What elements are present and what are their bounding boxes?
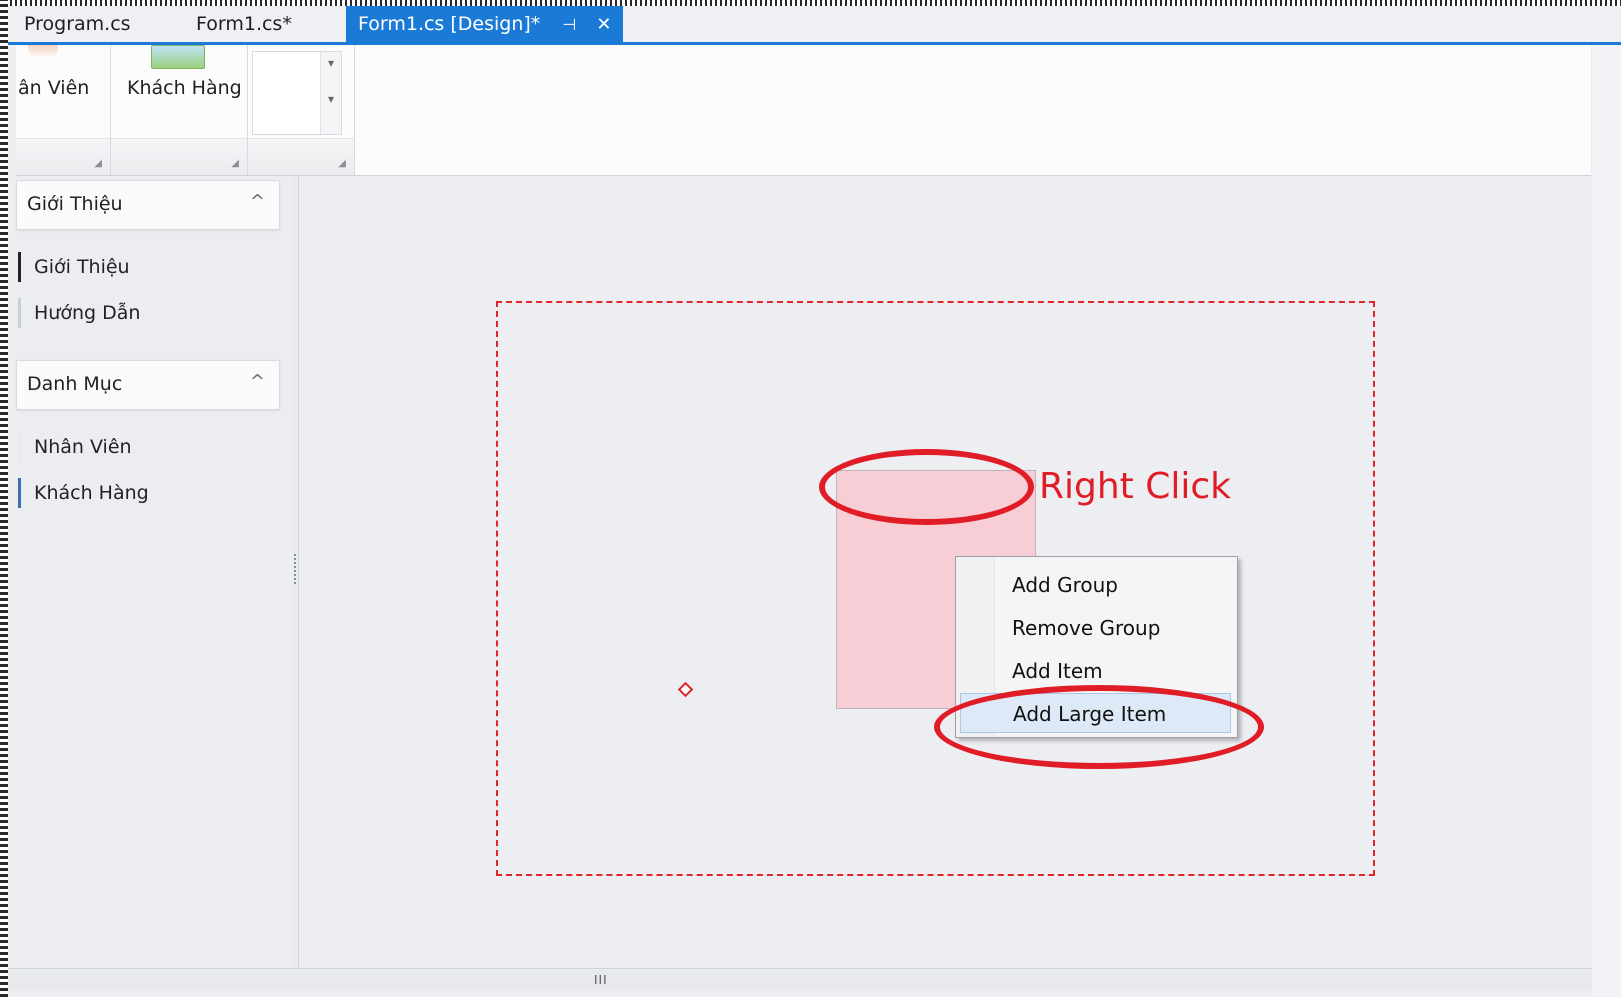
document-tab-strip: Program.cs Form1.cs* Form1.cs [Design]* …	[8, 6, 1621, 42]
gallery-down-icon[interactable]: ▾	[321, 92, 341, 106]
vertical-scroll-area	[1592, 45, 1621, 997]
gallery-scroll[interactable]: ▾ ▾	[320, 52, 341, 134]
tab-program-cs[interactable]: Program.cs	[12, 6, 143, 42]
nav-item-marker	[18, 432, 21, 462]
ribbon-button-label: Khách Hàng	[127, 77, 242, 99]
nav-item-label: Hướng Dẫn	[34, 302, 141, 324]
nav-item-marker	[18, 252, 21, 282]
dialog-launcher-icon[interactable]: ◢	[231, 158, 239, 169]
chevron-up-icon[interactable]: ^	[250, 371, 265, 392]
navigation-pane: Giới Thiệu ^ Giới Thiệu Hướng Dẫn Danh M…	[16, 176, 294, 976]
close-icon[interactable]: ✕	[596, 14, 611, 35]
annotation-label: Right Click	[1039, 466, 1232, 507]
menu-item-label: Remove Group	[1012, 616, 1161, 640]
scrollbar-thumb-grip[interactable]: III	[594, 973, 608, 987]
customer-icon	[151, 45, 205, 69]
nav-group-label: Danh Mục	[27, 373, 123, 395]
menu-item-label: Add Item	[1012, 659, 1103, 683]
nav-item-gioi-thieu[interactable]: Giới Thiệu	[18, 252, 130, 282]
tab-form1-cs[interactable]: Form1.cs*	[184, 6, 304, 42]
nav-item-label: Khách Hàng	[34, 482, 149, 504]
ribbon-button-customer[interactable]: Khách Hàng	[127, 77, 242, 99]
employee-icon	[28, 45, 58, 59]
tab-label: Form1.cs [Design]*	[358, 13, 541, 35]
ribbon-gallery[interactable]: ▾ ▾	[252, 51, 342, 135]
dialog-launcher-icon[interactable]: ◢	[94, 158, 102, 169]
nav-group-danh-muc[interactable]: Danh Mục ^	[16, 360, 280, 410]
ribbon-group-gallery: ▾ ▾ ◢	[248, 45, 355, 175]
nav-item-huong-dan[interactable]: Hướng Dẫn	[18, 298, 141, 328]
ribbon: ân Viên ◢ Khách Hàng ◢ ▾ ▾ ◢	[16, 45, 1591, 176]
annotation-ellipse-group	[819, 449, 1034, 525]
pin-icon[interactable]: ⊣	[562, 15, 576, 34]
tab-label: Program.cs	[24, 13, 131, 35]
chevron-up-icon[interactable]: ^	[250, 191, 265, 212]
ribbon-group-footer: ◢	[16, 138, 110, 175]
ribbon-group-customer: Khách Hàng ◢	[111, 45, 248, 175]
nav-group-gioi-thieu[interactable]: Giới Thiệu ^	[16, 180, 280, 230]
nav-group-label: Giới Thiệu	[27, 193, 123, 215]
annotation-ellipse-menu-item	[934, 685, 1264, 769]
splitter-grip-icon[interactable]	[294, 554, 296, 584]
nav-item-marker	[18, 478, 21, 508]
menu-item-add-group[interactable]: Add Group	[960, 565, 1231, 605]
gallery-up-icon[interactable]: ▾	[321, 56, 341, 70]
dialog-launcher-icon[interactable]: ◢	[338, 158, 346, 169]
ribbon-button-employee[interactable]: ân Viên	[18, 77, 89, 99]
menu-item-remove-group[interactable]: Remove Group	[960, 608, 1231, 648]
ribbon-group-footer: ◢	[248, 138, 354, 175]
ribbon-group-employee: ân Viên ◢	[16, 45, 111, 175]
horizontal-scrollbar[interactable]: III	[8, 968, 1592, 991]
nav-item-khach-hang[interactable]: Khách Hàng	[18, 478, 149, 508]
screenshot-edge-left	[0, 0, 8, 997]
ribbon-button-label: ân Viên	[18, 77, 90, 99]
tab-label: Form1.cs*	[196, 13, 292, 35]
nav-item-nhan-vien[interactable]: Nhân Viên	[18, 432, 132, 462]
nav-item-label: Giới Thiệu	[34, 256, 130, 278]
nav-item-marker	[18, 298, 21, 328]
menu-item-label: Add Group	[1012, 573, 1118, 597]
tab-form1-design[interactable]: Form1.cs [Design]* ⊣ ✕	[346, 6, 624, 42]
nav-item-label: Nhân Viên	[34, 436, 132, 458]
ribbon-group-footer: ◢	[111, 138, 247, 175]
